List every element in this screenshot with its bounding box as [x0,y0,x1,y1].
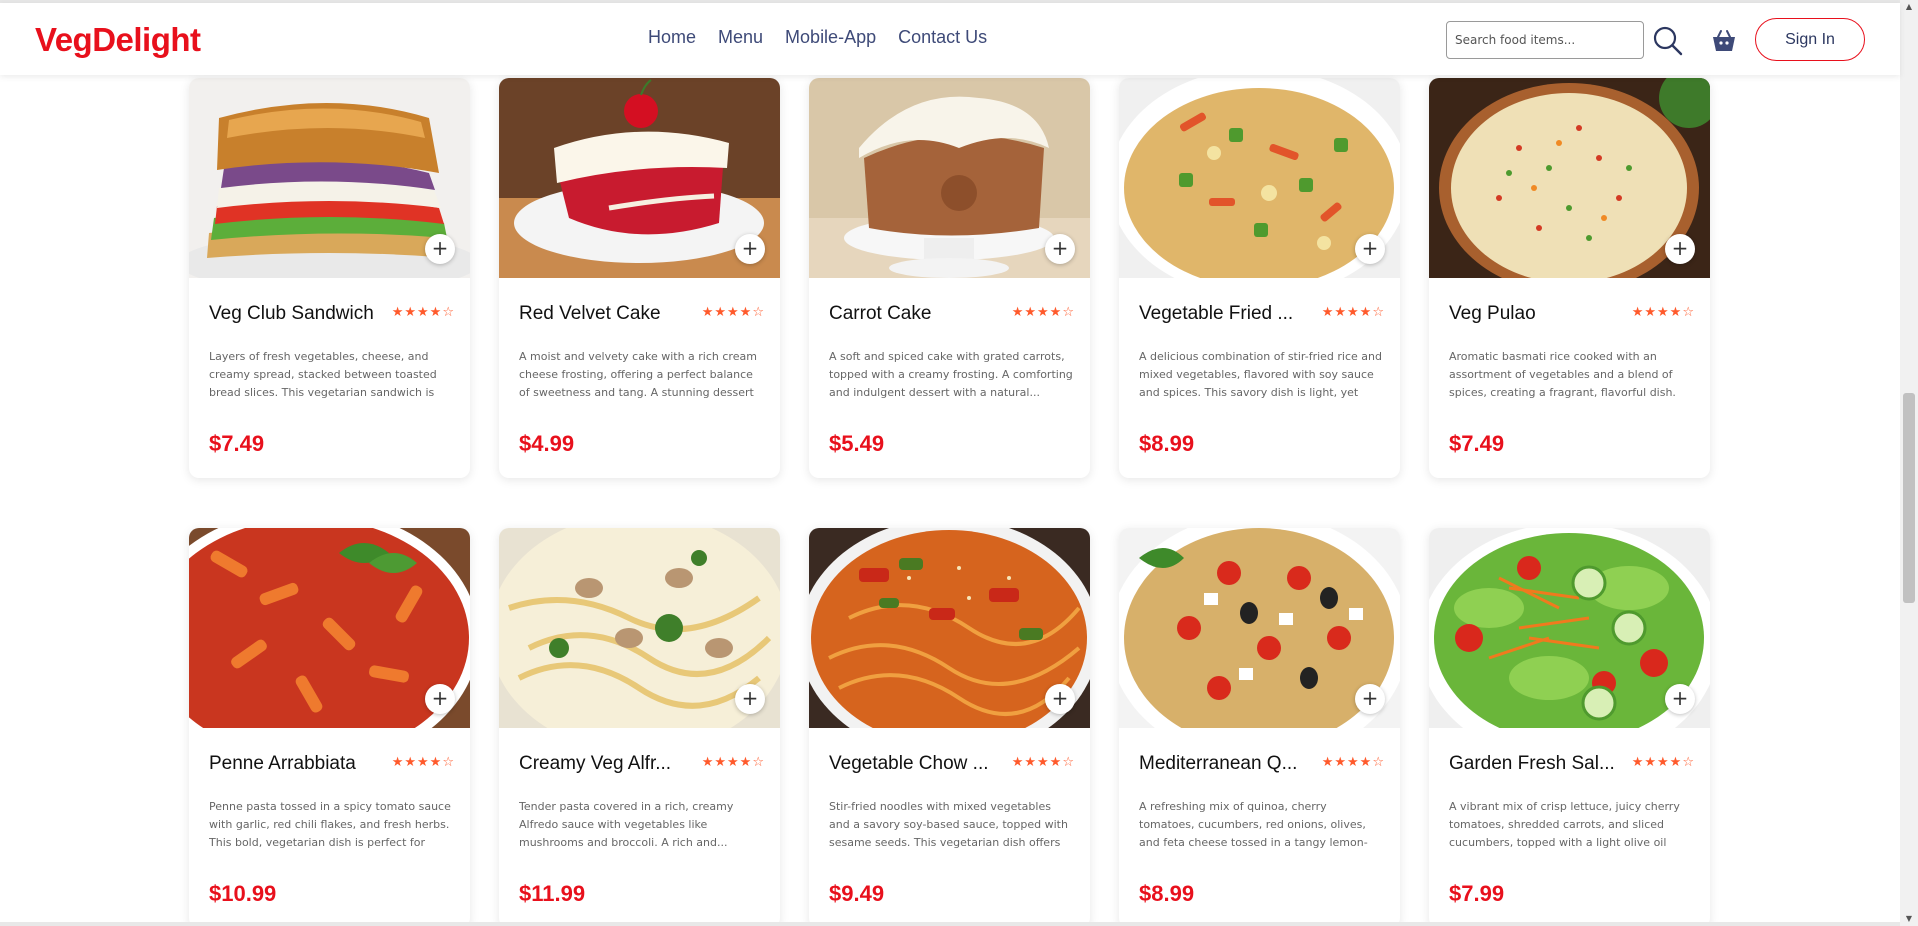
add-to-cart-button[interactable]: + [1045,234,1075,264]
food-image: + [1119,528,1400,728]
item-name: Creamy Veg Alfr... [519,753,672,774]
food-image: + [189,78,470,278]
item-price: $10.99 [209,881,277,906]
add-to-cart-button[interactable]: + [735,684,765,714]
item-name: Veg Club Sandwich [209,303,374,324]
star-rating: ★★★★☆ [701,755,765,770]
menu-card[interactable]: + Creamy Veg Alfr... ★★★★☆ Tender pasta … [499,528,780,926]
item-price: $8.99 [1139,431,1195,456]
menu-card[interactable]: + Carrot Cake ★★★★☆ A soft and spiced ca… [809,78,1090,478]
card-title-row: Red Velvet Cake ★★★★☆ [519,303,765,329]
item-price: $11.99 [519,881,586,906]
item-name: Garden Fresh Sal... [1449,753,1615,774]
item-description: A delicious combination of stir-fried ri… [1139,350,1382,399]
food-image: + [499,528,780,728]
item-price: $7.99 [1449,881,1505,906]
basket-icon[interactable] [1710,27,1738,55]
menu-card[interactable]: + Vegetable Fried ... ★★★★☆ A delicious … [1119,78,1400,478]
item-price: $4.99 [519,431,575,456]
star-rating: ★★★★☆ [391,305,455,320]
horizontal-scrollbar[interactable] [0,922,1900,926]
item-price: $9.49 [829,881,885,906]
card-title-row: Penne Arrabbiata ★★★★☆ [209,753,455,779]
star-rating: ★★★★☆ [1631,305,1695,320]
menu-card[interactable]: + Garden Fresh Sal... ★★★★☆ A vibrant mi… [1429,528,1710,926]
item-name: Red Velvet Cake [519,303,661,324]
star-rating: ★★★★☆ [1321,305,1385,320]
item-description: A refreshing mix of quinoa, cherry tomat… [1139,800,1368,849]
star-rating: ★★★★☆ [1321,755,1385,770]
item-name: Vegetable Fried ... [1139,303,1294,324]
item-description: Tender pasta covered in a rich, creamy A… [519,800,734,849]
scroll-down-arrow-icon[interactable]: ▼ [1900,912,1918,926]
card-title-row: Vegetable Chow ... ★★★★☆ [829,753,1075,779]
add-to-cart-button[interactable]: + [1355,234,1385,264]
item-name: Carrot Cake [829,303,932,324]
add-to-cart-button[interactable]: + [425,234,455,264]
menu-card[interactable]: + Veg Club Sandwich ★★★★☆ Layers of fres… [189,78,470,478]
add-to-cart-button[interactable]: + [1355,684,1385,714]
menu-card[interactable]: + Penne Arrabbiata ★★★★☆ Penne pasta tos… [189,528,470,926]
item-description: Layers of fresh vegetables, cheese, and … [209,350,437,399]
vertical-scrollbar[interactable]: ▲ ▼ [1900,0,1918,926]
add-to-cart-button[interactable]: + [1045,684,1075,714]
food-image: + [809,528,1090,728]
menu-card[interactable]: + Red Velvet Cake ★★★★☆ A moist and velv… [499,78,780,478]
card-title-row: Mediterranean Q... ★★★★☆ [1139,753,1385,779]
card-title-row: Creamy Veg Alfr... ★★★★☆ [519,753,765,779]
nav-link-mobile-app[interactable]: Mobile-App [785,27,876,48]
food-image: + [189,528,470,728]
food-image: + [499,78,780,278]
menu-card[interactable]: + Veg Pulao ★★★★☆ Aromatic basmati rice … [1429,78,1710,478]
star-rating: ★★★★☆ [391,755,455,770]
card-title-row: Carrot Cake ★★★★☆ [829,303,1075,329]
item-description: Stir-fried noodles with mixed vegetables… [829,800,1068,849]
item-description: Penne pasta tossed in a spicy tomato sau… [209,800,451,849]
nav-link-home[interactable]: Home [648,27,696,48]
star-rating: ★★★★☆ [1011,305,1075,320]
item-price: $8.99 [1139,881,1195,906]
item-price: $7.49 [1449,431,1505,456]
item-description: A soft and spiced cake with grated carro… [829,350,1073,399]
item-name: Mediterranean Q... [1139,753,1298,774]
brand-logo[interactable]: VegDelight [35,21,201,59]
item-name: Veg Pulao [1449,303,1536,324]
food-image: + [1119,78,1400,278]
item-price: $7.49 [209,431,265,456]
item-name: Vegetable Chow ... [829,753,989,774]
item-price: $5.49 [829,431,885,456]
navbar: VegDelight Home Menu Mobile-App Contact … [0,3,1900,75]
menu-card[interactable]: + Mediterranean Q... ★★★★☆ A refreshing … [1119,528,1400,926]
main-nav: Home Menu Mobile-App Contact Us [648,27,987,48]
menu-card[interactable]: + Vegetable Chow ... ★★★★☆ Stir-fried no… [809,528,1090,926]
add-to-cart-button[interactable]: + [735,234,765,264]
food-image: + [1429,78,1710,278]
card-title-row: Vegetable Fried ... ★★★★☆ [1139,303,1385,329]
card-title-row: Garden Fresh Sal... ★★★★☆ [1449,753,1695,779]
item-description: A moist and velvety cake with a rich cre… [519,350,757,399]
nav-link-contact-us[interactable]: Contact Us [898,27,987,48]
star-rating: ★★★★☆ [701,305,765,320]
star-rating: ★★★★☆ [1631,755,1695,770]
scrollbar-thumb[interactable] [1903,393,1915,603]
add-to-cart-button[interactable]: + [425,684,455,714]
add-to-cart-button[interactable]: + [1665,234,1695,264]
search-icon[interactable] [1652,25,1684,57]
sign-in-button[interactable]: Sign In [1755,18,1865,61]
item-description: A vibrant mix of crisp lettuce, juicy ch… [1449,800,1680,849]
food-image: + [809,78,1090,278]
scroll-up-arrow-icon[interactable]: ▲ [1900,0,1918,14]
item-name: Penne Arrabbiata [209,753,356,774]
nav-link-menu[interactable]: Menu [718,27,763,48]
card-title-row: Veg Pulao ★★★★☆ [1449,303,1695,329]
item-description: Aromatic basmati rice cooked with an ass… [1449,350,1676,399]
star-rating: ★★★★☆ [1011,755,1075,770]
add-to-cart-button[interactable]: + [1665,684,1695,714]
food-image: + [1429,528,1710,728]
card-title-row: Veg Club Sandwich ★★★★☆ [209,303,455,329]
search-input[interactable] [1446,21,1644,59]
